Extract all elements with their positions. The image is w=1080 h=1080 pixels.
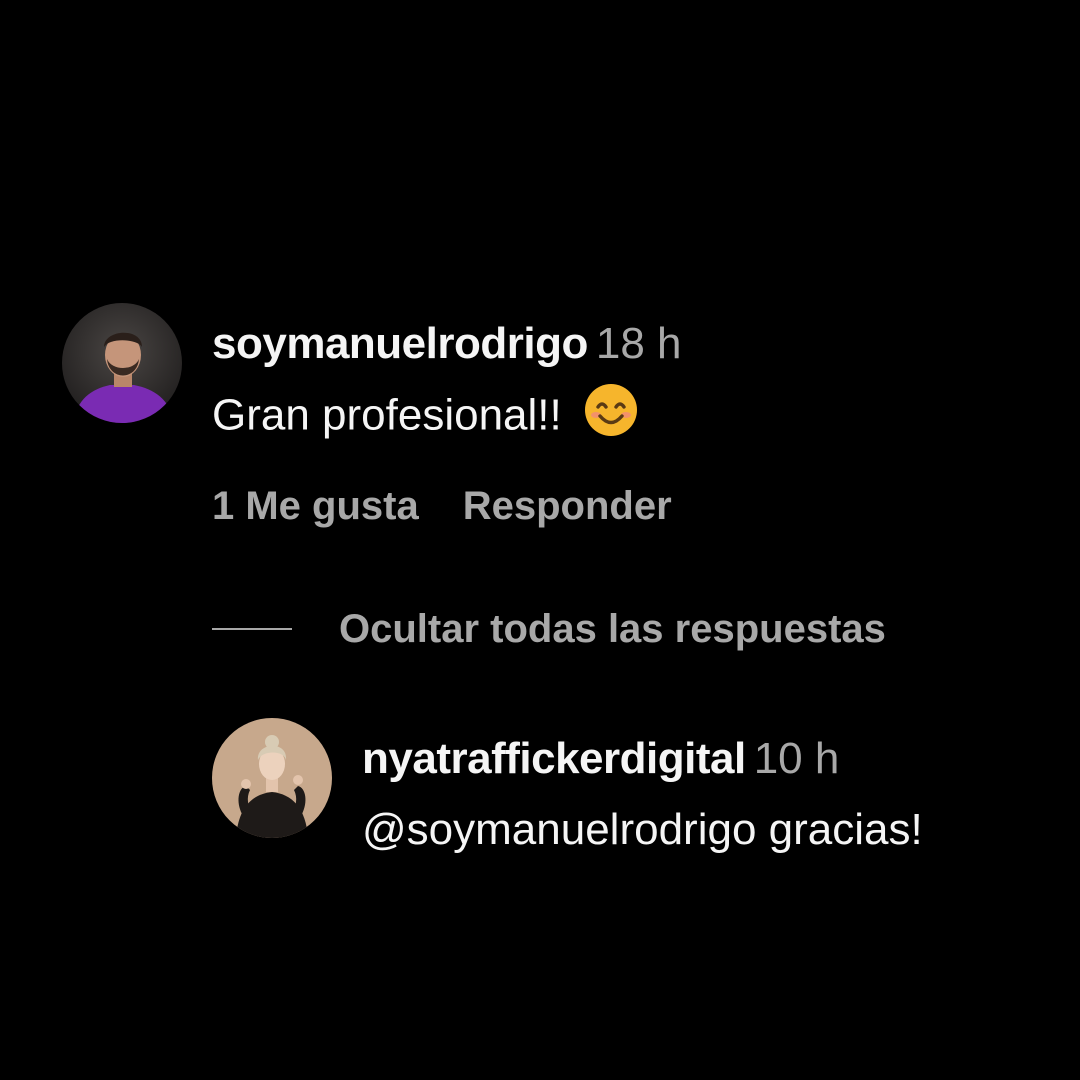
comment-username[interactable]: soymanuelrodrigo [212, 319, 588, 368]
reply-comment: nyatraffickerdigital 10 h @soymanuelrodri… [212, 718, 1072, 858]
smiling-face-icon [584, 383, 638, 445]
comment: soymanuelrodrigo 18 h Gran profesional!! … [62, 303, 1062, 543]
comment-timestamp: 18 h [595, 319, 682, 368]
avatar[interactable] [212, 718, 332, 838]
reply-text: @soymanuelrodrigo gracias! [362, 805, 923, 854]
comment-actions: 1 Me gusta Responder [212, 486, 672, 526]
comment-body: Gran profesional!! [212, 384, 638, 445]
reply-button[interactable]: Responder [463, 484, 672, 528]
comment-text: Gran profesional!! [212, 390, 562, 440]
likes-count[interactable]: 1 Me gusta [212, 484, 419, 528]
comment-header: soymanuelrodrigo 18 h [212, 322, 681, 366]
reply-body: @soymanuelrodrigo gracias! [362, 808, 923, 852]
hide-replies-toggle[interactable]: Ocultar todas las respuestas [212, 609, 886, 649]
avatar-photo [212, 718, 332, 838]
reply-timestamp: 10 h [753, 734, 840, 783]
reply-username[interactable]: nyatraffickerdigital [362, 734, 746, 783]
reply-header: nyatraffickerdigital 10 h [362, 737, 839, 781]
replies-divider [212, 628, 292, 630]
hide-replies-label[interactable]: Ocultar todas las respuestas [339, 609, 886, 649]
avatar[interactable] [62, 303, 182, 423]
avatar-photo [62, 303, 182, 423]
